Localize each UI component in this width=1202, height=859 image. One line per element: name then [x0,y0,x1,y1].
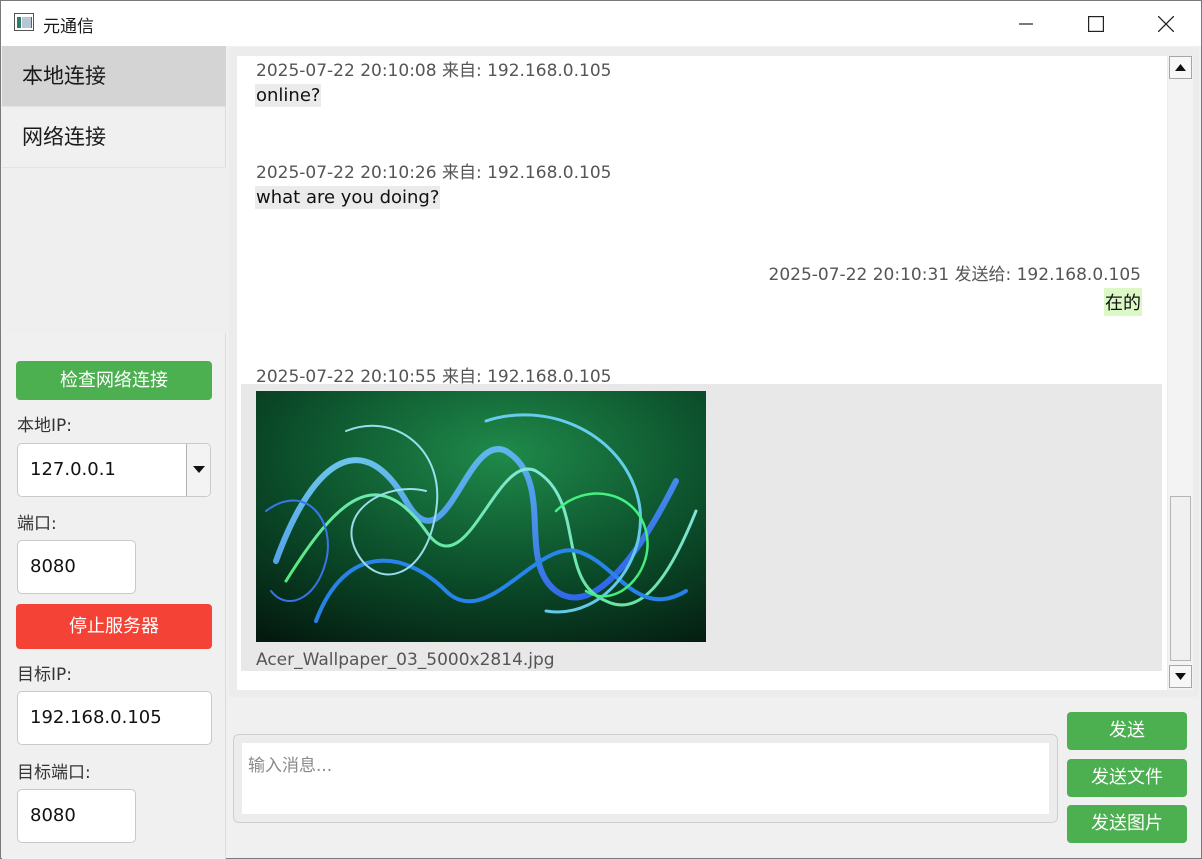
wallpaper-image[interactable] [256,391,706,642]
maximize-button[interactable] [1061,1,1131,46]
window-title: 元通信 [43,17,94,37]
nav-spacer [2,168,226,333]
chat-scrollbar[interactable] [1168,56,1193,690]
local-ip-combobox[interactable]: 127.0.0.1 [17,443,211,497]
scroll-up-button[interactable] [1169,56,1192,79]
send-file-button[interactable]: 发送文件 [1067,759,1187,797]
dropdown-button[interactable] [186,444,210,496]
send-button[interactable]: 发送 [1067,712,1187,750]
check-network-button[interactable]: 检查网络连接 [16,361,212,400]
message-bubble-sent: 在的 [1104,288,1142,316]
arrow-up-icon [1175,64,1186,71]
target-ip-label: 目标IP: [17,665,72,685]
local-ip-value: 127.0.0.1 [30,459,116,480]
message-meta: 2025-07-22 20:10:26 来自: 192.168.0.105 [256,163,612,183]
local-ip-label: 本地IP: [17,416,72,436]
nav-item-network[interactable]: 网络连接 [2,107,226,168]
message-meta: 2025-07-22 20:10:08 来自: 192.168.0.105 [256,61,612,81]
send-image-button[interactable]: 发送图片 [1067,805,1187,843]
message-bubble-received: what are you doing? [255,186,441,209]
message-meta: 2025-07-22 20:10:31 发送给: 192.168.0.105 [768,265,1141,285]
stop-server-button[interactable]: 停止服务器 [16,604,212,649]
scroll-down-button[interactable] [1169,665,1192,688]
message-input[interactable] [242,743,1049,814]
close-button[interactable] [1131,1,1201,46]
chat-history: 2025-07-22 20:10:08 来自: 192.168.0.105 on… [237,56,1167,690]
minimize-button[interactable] [991,1,1061,46]
chevron-down-icon [192,466,205,473]
message-input-container [233,734,1058,823]
minimize-icon [1019,22,1033,25]
maximize-icon [1088,15,1104,32]
port-input[interactable]: 8080 [17,540,136,594]
app-icon [14,13,34,31]
nav-item-local[interactable]: 本地连接 [2,46,226,107]
arrow-down-icon [1175,673,1186,680]
image-filename: Acer_Wallpaper_03_5000x2814.jpg [256,650,555,670]
port-label: 端口: [17,514,57,534]
close-icon [1158,15,1174,32]
target-port-label: 目标端口: [17,763,91,783]
target-port-input[interactable]: 8080 [17,789,136,843]
scroll-thumb[interactable] [1170,496,1191,661]
target-ip-input[interactable]: 192.168.0.105 [17,691,212,745]
app-window: 元通信 本地连接 网络连接 检查网络连接 本地IP: 127.0.0.1 端口:… [0,0,1202,859]
message-bubble-received: online? [255,84,322,107]
title-bar: 元通信 [1,1,1201,46]
